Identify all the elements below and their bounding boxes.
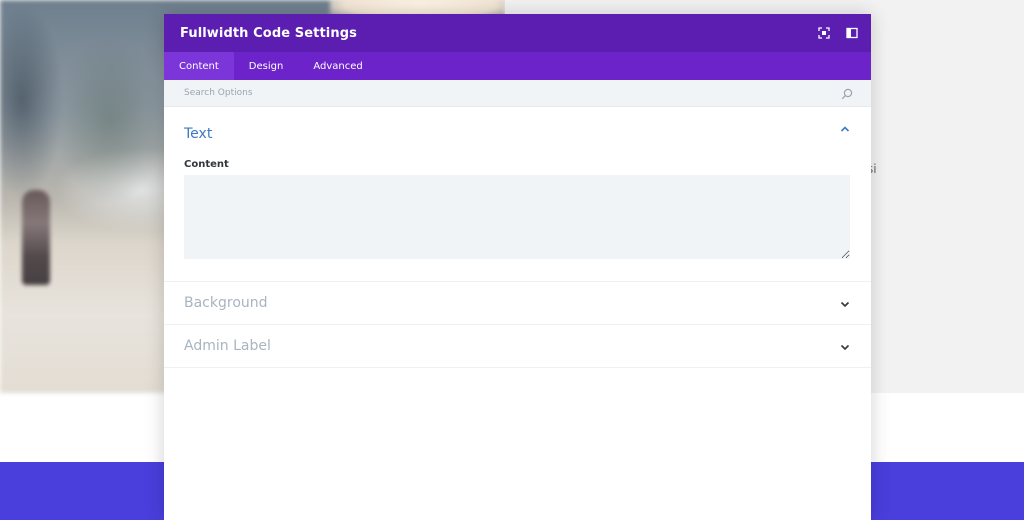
chevron-down-icon[interactable] xyxy=(839,340,851,352)
tab-bar: Content Design Advanced xyxy=(164,52,871,80)
settings-modal: Fullwidth Code Settings Content Design A… xyxy=(164,14,871,520)
section-text: Text Content xyxy=(164,107,871,282)
section-title: Text xyxy=(184,126,213,142)
section-title: Background xyxy=(184,295,268,311)
section-background: Background xyxy=(164,282,871,325)
section-background-header[interactable]: Background xyxy=(164,282,871,324)
chevron-down-icon[interactable] xyxy=(839,297,851,309)
search-options-input[interactable] xyxy=(184,88,804,98)
modal-header: Fullwidth Code Settings xyxy=(164,14,871,52)
section-title: Admin Label xyxy=(184,338,271,354)
sidebar-toggle-icon[interactable] xyxy=(845,26,859,40)
search-options-bar xyxy=(164,80,871,107)
modal-title: Fullwidth Code Settings xyxy=(180,25,357,41)
content-textarea[interactable] xyxy=(184,175,850,259)
header-icons xyxy=(817,14,859,52)
tab-advanced[interactable]: Advanced xyxy=(298,52,377,80)
photo-person xyxy=(22,190,50,285)
tab-design[interactable]: Design xyxy=(234,52,299,80)
chevron-up-icon[interactable] xyxy=(839,122,851,134)
tab-content[interactable]: Content xyxy=(164,52,234,80)
section-text-header[interactable]: Text xyxy=(164,107,871,161)
content-field-label: Content xyxy=(184,159,229,170)
section-admin-label-header[interactable]: Admin Label xyxy=(164,325,871,367)
expand-icon[interactable] xyxy=(817,26,831,40)
section-admin-label: Admin Label xyxy=(164,325,871,368)
search-icon[interactable] xyxy=(841,87,853,100)
